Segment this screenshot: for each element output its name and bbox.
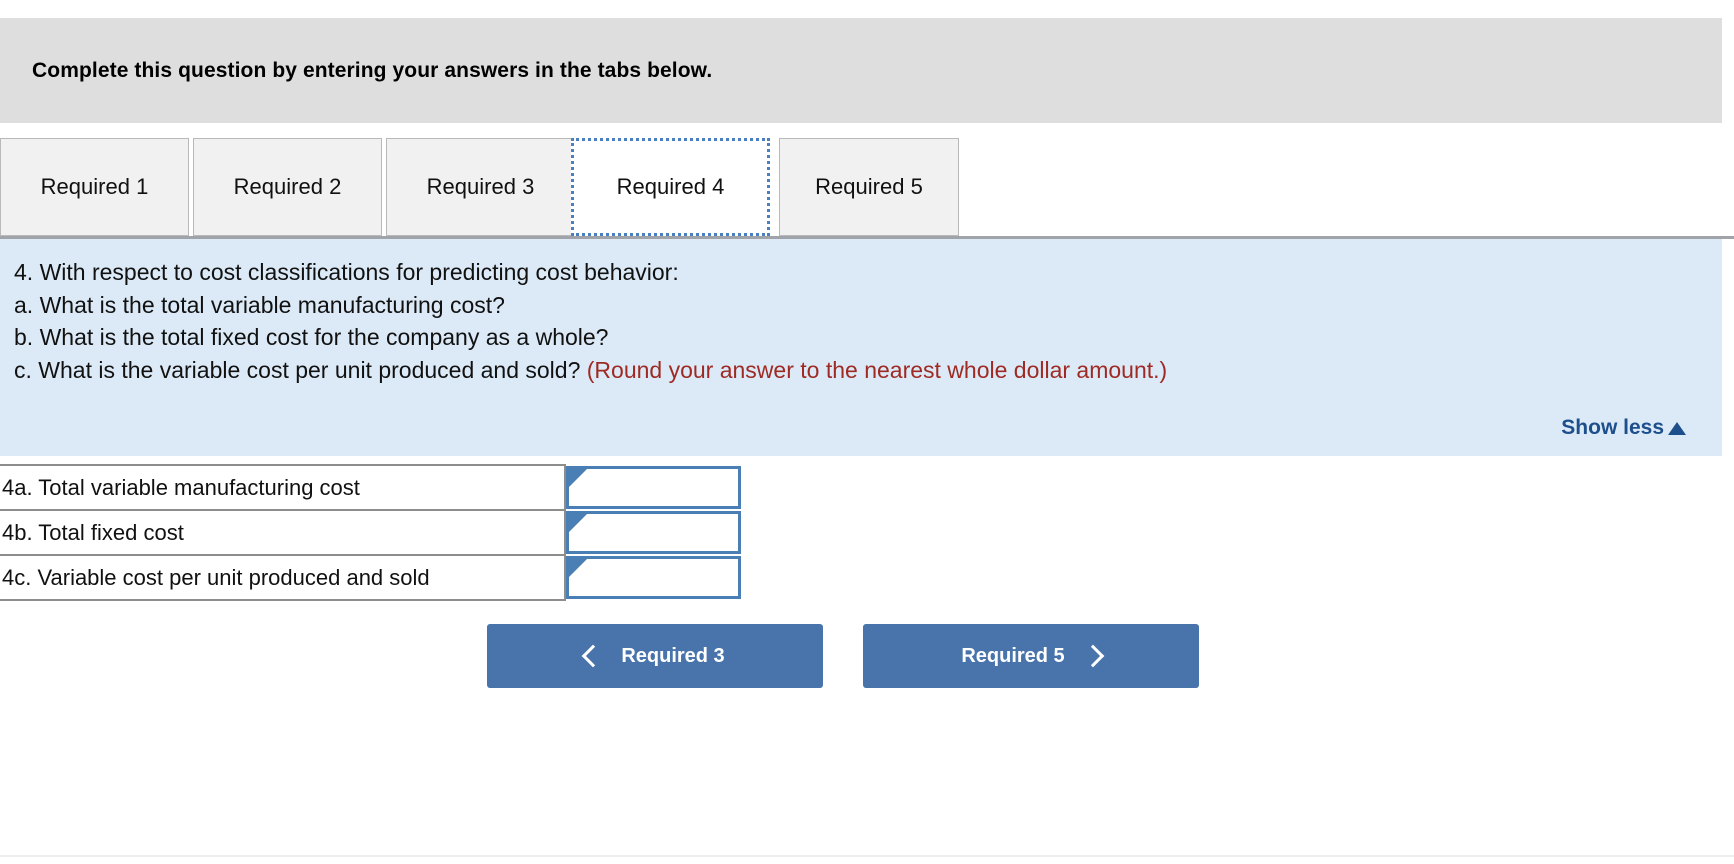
table-row: 4b. Total fixed cost	[0, 509, 745, 556]
tab-label: Required 5	[815, 174, 923, 199]
tab-label: Required 1	[40, 174, 149, 199]
answer-input-4b[interactable]	[569, 514, 739, 551]
answer-input-cell	[565, 510, 745, 555]
rounding-note: (Round your answer to the nearest whole …	[586, 356, 1168, 383]
tab-required-3[interactable]: Required 3	[386, 138, 575, 236]
instruction-line-main: 4. With respect to cost classifications …	[14, 259, 679, 285]
answer-input-cell	[565, 465, 745, 510]
instruction-line-a: a. What is the total variable manufactur…	[14, 291, 505, 318]
tab-label: Required 2	[233, 174, 342, 199]
navigation-row: Required 3 Required 5	[0, 624, 1734, 688]
chevron-left-icon	[581, 644, 605, 668]
instruction-panel: 4. With respect to cost classifications …	[0, 239, 1722, 456]
show-less-label: Show less	[1561, 416, 1664, 439]
answer-table: 4a. Total variable manufacturing cost 4b…	[0, 464, 745, 601]
caret-up-icon	[1668, 421, 1686, 435]
next-required-button[interactable]: Required 5	[863, 624, 1199, 688]
tab-required-1[interactable]: Required 1	[0, 138, 189, 236]
question-header-banner: Complete this question by entering your …	[0, 18, 1722, 123]
answer-input-4a[interactable]	[569, 469, 739, 506]
answer-row-label: 4c. Variable cost per unit produced and …	[0, 554, 567, 601]
show-less-link[interactable]: Show less	[1561, 416, 1686, 440]
answer-input-cell	[565, 555, 745, 600]
answer-row-label: 4a. Total variable manufacturing cost	[0, 464, 567, 511]
table-row: 4a. Total variable manufacturing cost	[0, 464, 745, 511]
prev-button-label: Required 3	[621, 644, 725, 667]
next-button-label: Required 5	[961, 644, 1065, 667]
table-row: 4c. Variable cost per unit produced and …	[0, 554, 745, 601]
chevron-right-icon	[1081, 644, 1104, 668]
tab-label: Required 4	[616, 174, 725, 199]
bottom-divider	[0, 855, 1734, 857]
answer-input-wrapper	[566, 466, 742, 509]
answer-input-wrapper	[566, 556, 742, 599]
page-title: Complete this question by entering your …	[32, 58, 713, 82]
instruction-line-c-text: c. What is the variable cost per unit pr…	[14, 356, 581, 383]
tab-required-2[interactable]: Required 2	[193, 138, 382, 236]
tab-list: Required 1 Required 2 Required 3 Require…	[0, 138, 1734, 238]
tab-required-5[interactable]: Required 5	[779, 138, 959, 236]
prev-required-button[interactable]: Required 3	[487, 624, 823, 688]
tab-required-4[interactable]: Required 4	[571, 138, 770, 236]
instruction-line-c: c. What is the variable cost per unit pr…	[14, 354, 1722, 387]
instruction-line-b: b. What is the total fixed cost for the …	[14, 324, 609, 350]
tab-label: Required 3	[426, 174, 535, 199]
answer-row-label: 4b. Total fixed cost	[0, 509, 567, 556]
answer-input-wrapper	[566, 511, 742, 554]
answer-input-4c[interactable]	[569, 559, 739, 596]
